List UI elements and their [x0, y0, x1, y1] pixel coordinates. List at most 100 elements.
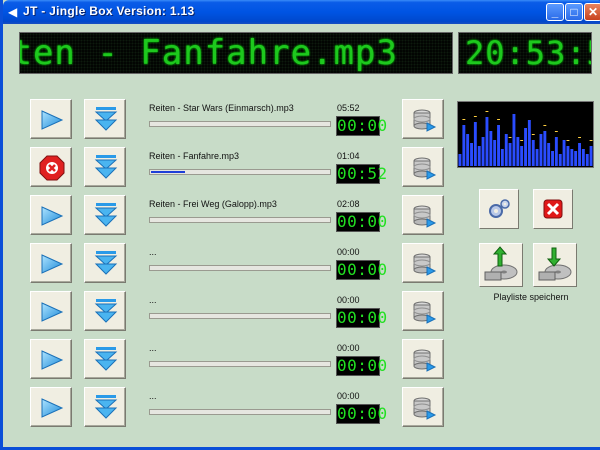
clear-playlist-button[interactable]	[533, 189, 573, 229]
play-button[interactable]	[30, 339, 72, 379]
load-track-button[interactable]	[402, 291, 444, 331]
play-icon	[41, 206, 64, 226]
database-load-icon	[413, 301, 437, 324]
load-playlist-button[interactable]	[479, 243, 523, 287]
spectrum-bar	[473, 122, 477, 166]
spectrum-bar	[489, 131, 493, 166]
title-bar[interactable]: ◀ JT - Jingle Box Version: 1.13 _ □ ✕	[3, 0, 600, 24]
double-down-arrow-icon	[94, 155, 118, 179]
track-progress-bar[interactable]	[149, 169, 331, 175]
play-icon	[41, 302, 64, 322]
settings-button[interactable]	[479, 189, 519, 229]
play-button[interactable]	[30, 243, 72, 283]
load-track-button[interactable]	[402, 243, 444, 283]
play-icon	[41, 254, 64, 274]
spectrum-peak	[589, 140, 593, 141]
spectrum-bar	[558, 154, 562, 166]
spectrum-peak	[473, 116, 477, 117]
now-playing-marquee: iten - Fanfahre.mp3	[19, 32, 453, 74]
spectrum-bar	[524, 128, 527, 166]
spectrum-bar	[504, 134, 508, 166]
track-progress-bar[interactable]	[149, 265, 331, 271]
double-down-arrow-icon	[94, 203, 118, 227]
spectrum-bar	[543, 131, 547, 166]
spectrum-bar	[566, 146, 570, 166]
track-progress-bar[interactable]	[149, 217, 331, 223]
clock-text: 20:53:59	[465, 34, 591, 72]
load-track-button[interactable]	[402, 147, 444, 187]
track-elapsed-time: 00:00	[336, 116, 388, 136]
stop-button[interactable]	[30, 147, 72, 187]
speaker-icon: ◀	[8, 5, 18, 19]
spectrum-bar	[458, 154, 462, 166]
client-area: iten - Fanfahre.mp3 20:53:59 Reiten - St…	[6, 24, 600, 447]
spectrum-bar	[462, 125, 466, 166]
track-progress-bar[interactable]	[149, 409, 331, 415]
fade-down-button[interactable]	[84, 147, 126, 187]
fade-down-button[interactable]	[84, 387, 126, 427]
spectrum-bar	[512, 114, 516, 166]
track-elapsed-time: 00:00	[336, 308, 388, 328]
track-duration: 00:00	[337, 343, 360, 353]
track-progress-bar[interactable]	[149, 313, 331, 319]
spectrum-peak	[462, 119, 466, 120]
spectrum-peak	[485, 111, 489, 112]
play-icon	[41, 398, 64, 418]
spectrum-peak	[543, 125, 547, 126]
spectrum-bar	[562, 140, 566, 166]
load-track-button[interactable]	[402, 99, 444, 139]
track-elapsed-time: 00:52	[336, 164, 388, 184]
minimize-button[interactable]: _	[546, 3, 564, 21]
track-title: ...	[149, 391, 157, 401]
database-load-icon	[413, 253, 437, 276]
play-button[interactable]	[30, 195, 72, 235]
load-track-button[interactable]	[402, 387, 444, 427]
spectrum-bar	[547, 143, 551, 166]
window-title: JT - Jingle Box Version: 1.13	[23, 4, 195, 18]
spectrum-bar	[578, 143, 581, 166]
double-down-arrow-icon	[94, 107, 118, 131]
marquee-text: iten - Fanfahre.mp3	[19, 33, 398, 73]
fade-down-button[interactable]	[84, 291, 126, 331]
track-title: ...	[149, 247, 157, 257]
track-title: Reiten - Star Wars (Einmarsch).mp3	[149, 103, 294, 113]
fade-down-button[interactable]	[84, 243, 126, 283]
spectrum-bar	[520, 146, 524, 166]
play-button[interactable]	[30, 291, 72, 331]
fade-down-button[interactable]	[84, 99, 126, 139]
spectrum-bar	[466, 134, 470, 166]
play-icon	[41, 110, 64, 130]
database-load-icon	[413, 397, 437, 420]
spectrum-bars	[458, 111, 593, 166]
track-title: Reiten - Frei Weg (Galopp).mp3	[149, 199, 277, 209]
track-duration: 00:00	[337, 391, 360, 401]
spectrum-analyzer	[457, 101, 594, 168]
save-playlist-button[interactable]	[533, 243, 577, 287]
track-title: ...	[149, 343, 157, 353]
spectrum-bar	[539, 134, 543, 166]
fade-down-button[interactable]	[84, 339, 126, 379]
spectrum-bar	[516, 137, 520, 166]
spectrum-bar	[554, 137, 558, 166]
stop-icon	[39, 155, 65, 181]
track-progress-bar[interactable]	[149, 121, 331, 127]
track-title: Reiten - Fanfahre.mp3	[149, 151, 240, 161]
maximize-button[interactable]: □	[565, 3, 583, 21]
play-button[interactable]	[30, 99, 72, 139]
spectrum-bar	[531, 140, 535, 166]
spectrum-bar	[574, 151, 578, 166]
spectrum-bar	[481, 137, 485, 166]
track-duration: 01:04	[337, 151, 360, 161]
spectrum-peak	[554, 131, 558, 132]
double-down-arrow-icon	[94, 395, 118, 419]
gears-icon	[489, 199, 510, 218]
track-progress-bar[interactable]	[149, 361, 331, 367]
load-track-button[interactable]	[402, 195, 444, 235]
load-track-button[interactable]	[402, 339, 444, 379]
fade-down-button[interactable]	[84, 195, 126, 235]
play-button[interactable]	[30, 387, 72, 427]
spectrum-peak	[531, 134, 535, 135]
close-window-button[interactable]: ✕	[584, 3, 600, 21]
track-progress-fill	[151, 171, 185, 173]
spectrum-peak	[520, 140, 524, 141]
